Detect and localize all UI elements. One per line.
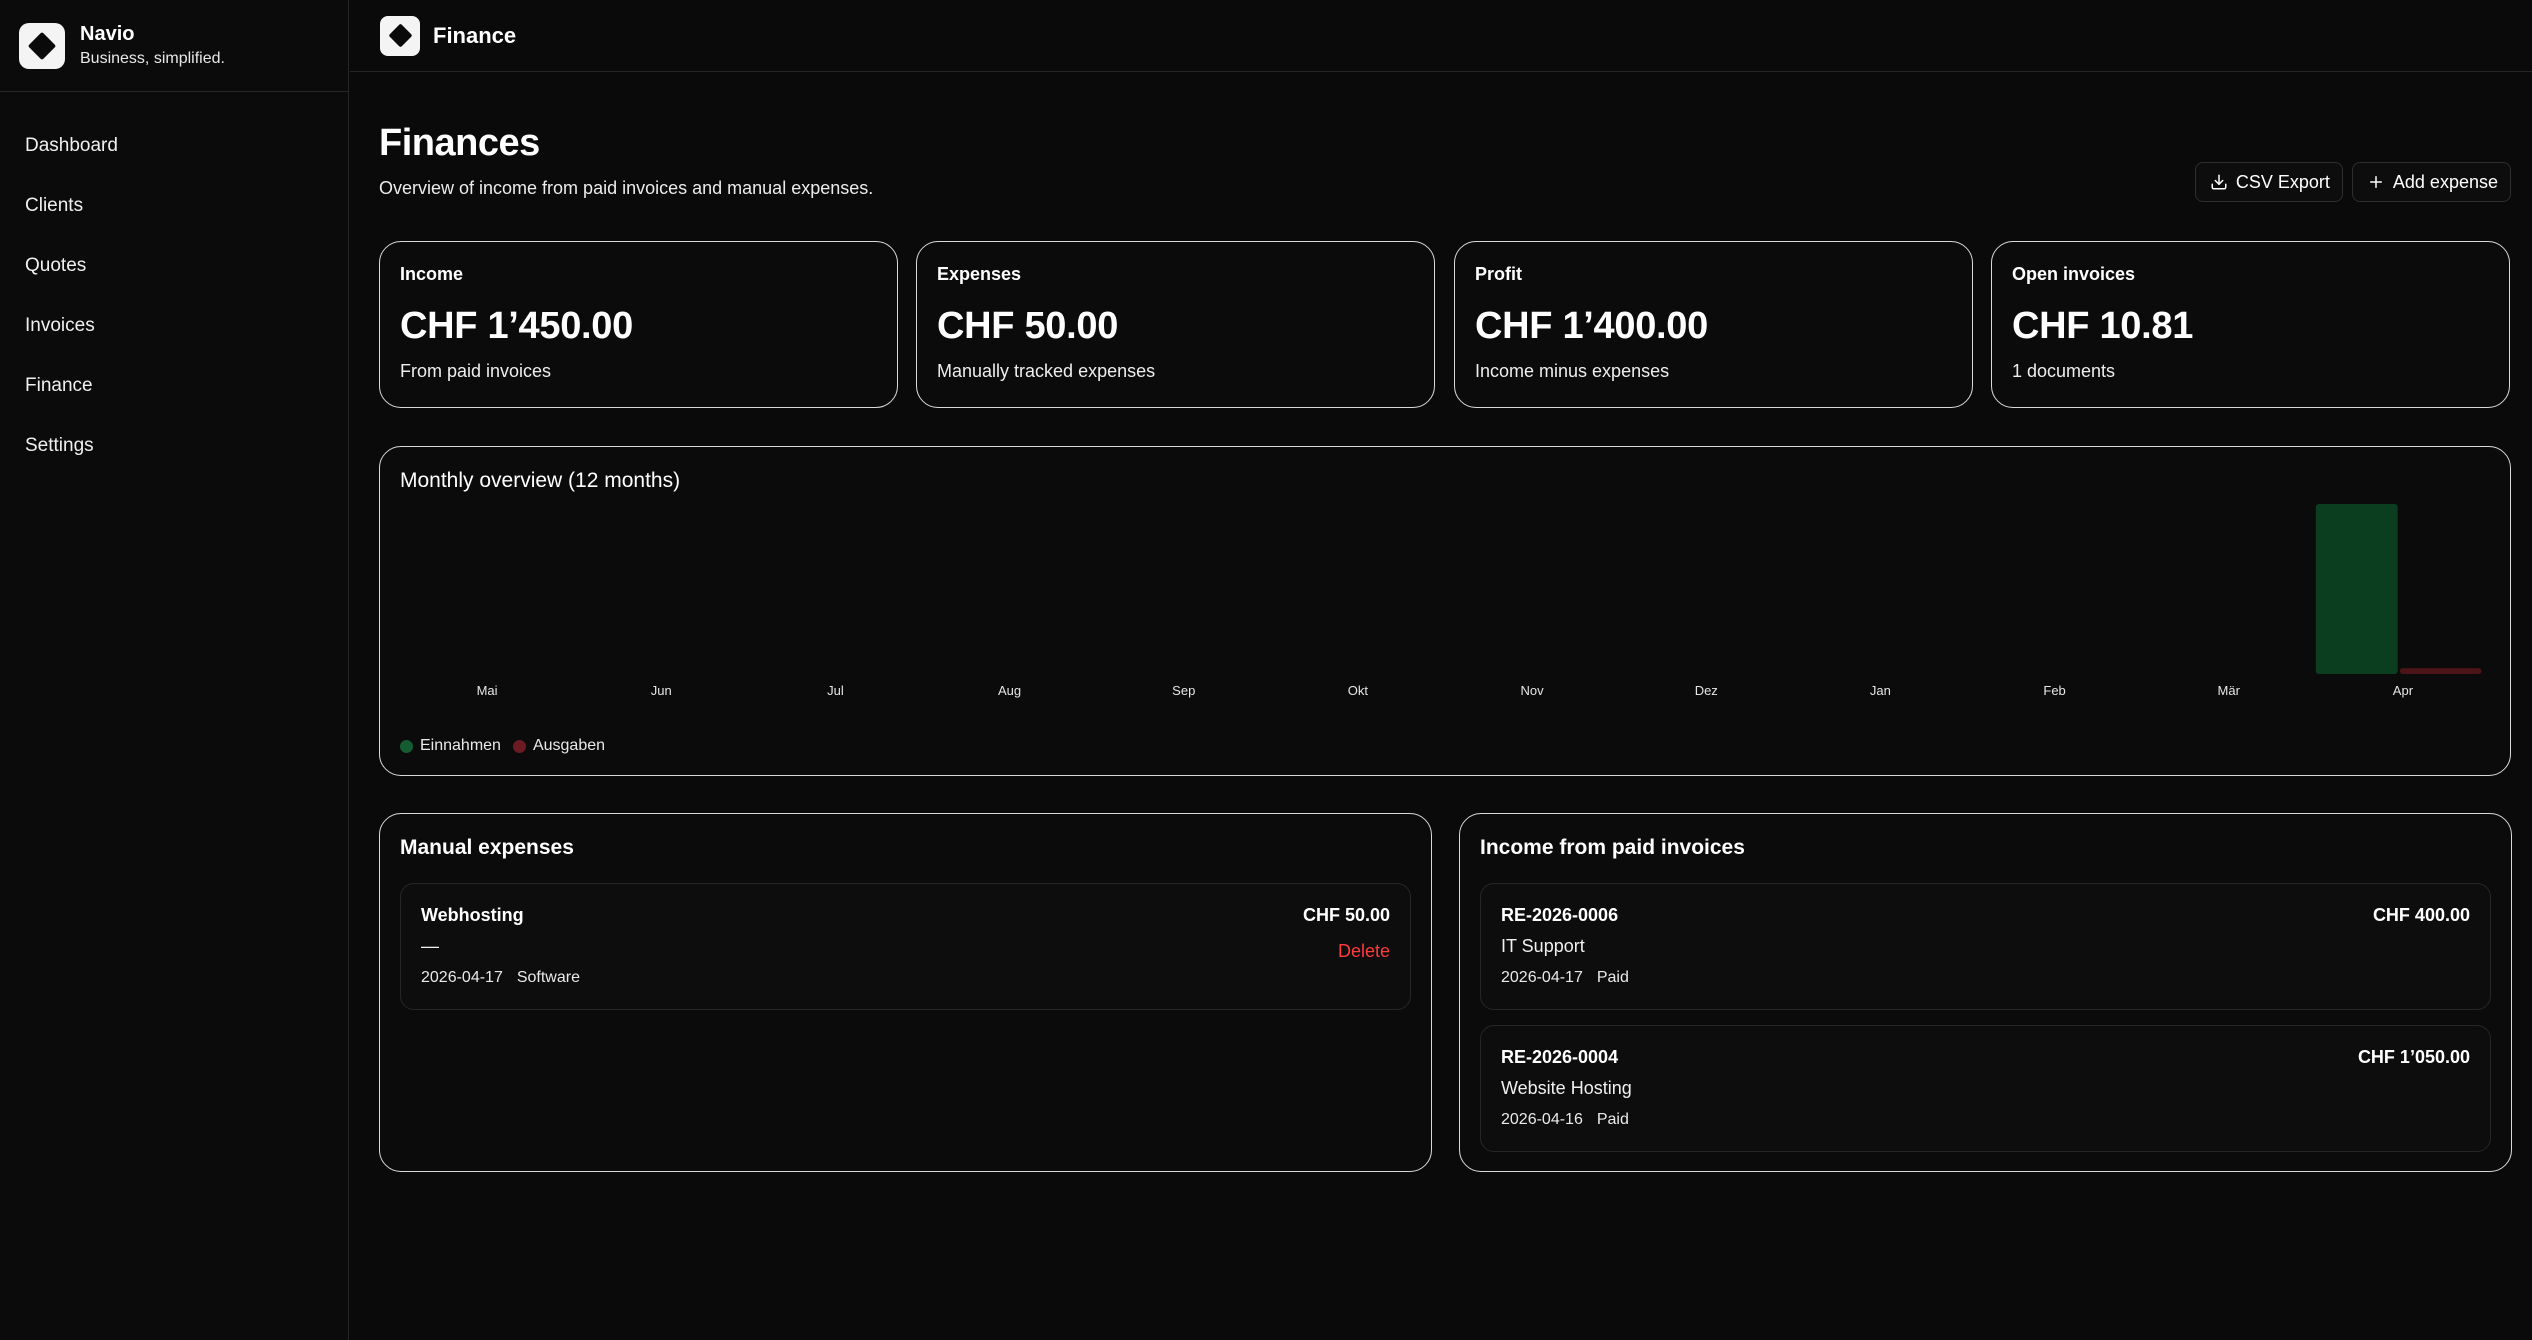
invoice-amount: CHF 1’050.00 <box>2357 1047 2470 1067</box>
x-tick-label: Apr <box>2393 683 2414 698</box>
stat-label: Expenses <box>937 264 1022 284</box>
stat-value: CHF 1’450.00 <box>400 305 633 347</box>
stat-card-profit: Profit CHF 1’400.00 Income minus expense… <box>1454 241 1973 408</box>
sidebar-item-invoices[interactable]: Invoices <box>0 296 348 356</box>
expense-meta: 2026-04-17 Software <box>421 969 1390 987</box>
add-expense-label: Add expense <box>2392 171 2498 192</box>
monthly-overview-card: Monthly overview (12 months) Mai Jun Jul Au… <box>379 446 2511 776</box>
monthly-overview-chart: Mai Jun Jul Aug Sep Okt Nov Dez Jan Feb Mär Apr <box>477 504 2482 698</box>
x-tick-label: Mai <box>477 683 498 698</box>
topbar-title: Finance <box>433 22 517 48</box>
stat-description: Income minus expenses <box>1475 361 1670 381</box>
stat-description: 1 documents <box>2012 361 2116 381</box>
bar-ausgaben-apr <box>2399 668 2482 674</box>
x-tick-label: Nov <box>1521 683 1545 698</box>
x-tick-label: Sep <box>1172 683 1195 698</box>
legend-swatch <box>512 739 526 753</box>
sidebar: Navio Business, simplified. Dashboard Cl… <box>0 0 349 1340</box>
invoice-meta: 2026-04-17 Paid <box>1501 969 2470 987</box>
csv-export-button[interactable]: CSV Export <box>2194 162 2343 202</box>
topbar: Finance <box>350 0 2532 72</box>
legend-swatch <box>400 739 413 753</box>
x-tick-label: Aug <box>998 683 1021 698</box>
stat-label: Income <box>400 264 464 284</box>
invoice-title: Website Hosting <box>1501 1078 1632 1098</box>
invoice-title: IT Support <box>1501 936 1585 956</box>
stat-card-open-invoices: Open invoices CHF 10.81 1 documents <box>1991 241 2510 408</box>
navio-logo-icon <box>19 22 65 69</box>
x-tick-label: Feb <box>2043 683 2065 698</box>
sidebar-item-dashboard[interactable]: Dashboard <box>0 116 348 176</box>
plus-icon <box>2369 176 2382 188</box>
paid-invoices-card: Income from paid invoices RE-2026-0006 C… <box>1459 813 2512 1172</box>
legend-item-einnahmen: Einnahmen <box>400 737 501 755</box>
sidebar-item-clients[interactable]: Clients <box>0 176 348 236</box>
expense-item[interactable]: Webhosting CHF 50.00 — Delete 2026-04-17… <box>400 883 1411 1010</box>
legend-item-ausgaben: Ausgaben <box>512 737 606 755</box>
sidebar-item-quotes[interactable]: Quotes <box>0 236 348 296</box>
stat-value: CHF 1’400.00 <box>1475 305 1708 347</box>
sidebar-item-finance[interactable]: Finance <box>0 356 348 416</box>
x-tick-label: Mär <box>2218 683 2241 698</box>
csv-export-label: CSV Export <box>2235 171 2330 192</box>
expense-name: Webhosting <box>421 905 524 925</box>
invoice-number: RE-2026-0006 <box>1501 905 1619 925</box>
app-name: Navio <box>80 22 135 45</box>
legend-label: Einnahmen <box>420 737 501 754</box>
x-tick-label: Jul <box>827 683 844 698</box>
expense-date: 2026-04-17 <box>421 969 503 986</box>
page-actions: CSV Export Add expense <box>2194 162 2511 202</box>
invoice-date: 2026-04-17 <box>1501 969 1583 986</box>
chart-legend: Einnahmen Ausgaben <box>400 737 605 755</box>
panel-title: Manual expenses <box>400 836 574 859</box>
stat-card-income: Income CHF 1’450.00 From paid invoices <box>379 241 898 408</box>
page-subtitle: Overview of income from paid invoices an… <box>379 178 874 198</box>
x-tick-label: Jan <box>1870 683 1891 698</box>
page-title: Finances <box>379 122 540 164</box>
invoice-status: Paid <box>1596 1111 1629 1128</box>
stat-label: Open invoices <box>2012 264 2136 284</box>
add-expense-button[interactable]: Add expense <box>2351 162 2511 202</box>
invoice-item[interactable]: RE-2026-0006 CHF 400.00 IT Support 2026-… <box>1480 883 2491 1010</box>
invoice-amount: CHF 400.00 <box>2372 905 2470 925</box>
brand[interactable]: Navio Business, simplified. <box>0 0 348 92</box>
invoice-number: RE-2026-0004 <box>1501 1047 1619 1067</box>
finance-logo-icon <box>380 15 420 56</box>
stat-value: CHF 50.00 <box>937 305 1119 347</box>
expense-category: Software <box>516 969 580 986</box>
stat-card-expenses: Expenses CHF 50.00 Manually tracked expe… <box>916 241 1435 408</box>
delete-expense-button[interactable]: Delete <box>1338 941 1390 962</box>
stat-description: Manually tracked expenses <box>937 361 1156 381</box>
invoice-date: 2026-04-16 <box>1501 1111 1583 1128</box>
expense-amount: CHF 50.00 <box>1302 905 1390 925</box>
legend-label: Ausgaben <box>532 737 606 754</box>
app-tagline: Business, simplified. <box>80 49 225 67</box>
sidebar-nav: Dashboard Clients Quotes Invoices Financ… <box>0 116 348 476</box>
x-tick-label: Jun <box>651 683 672 698</box>
x-tick-label: Dez <box>1695 683 1718 698</box>
stat-description: From paid invoices <box>400 361 552 381</box>
bar-einnahmen-apr <box>2315 504 2398 674</box>
panel-title: Income from paid invoices <box>1480 836 1745 859</box>
x-tick-label: Okt <box>1348 683 1369 698</box>
invoice-item[interactable]: RE-2026-0004 CHF 1’050.00 Website Hostin… <box>1480 1025 2491 1152</box>
download-icon <box>2211 174 2227 190</box>
manual-expenses-card: Manual expenses Webhosting CHF 50.00 — D… <box>379 813 1432 1172</box>
invoice-meta: 2026-04-16 Paid <box>1501 1111 2470 1129</box>
stat-label: Profit <box>1475 264 1522 284</box>
expense-note: — <box>421 936 439 956</box>
sidebar-item-settings[interactable]: Settings <box>0 416 348 476</box>
stat-value: CHF 10.81 <box>2012 305 2194 347</box>
invoice-status: Paid <box>1596 969 1629 986</box>
